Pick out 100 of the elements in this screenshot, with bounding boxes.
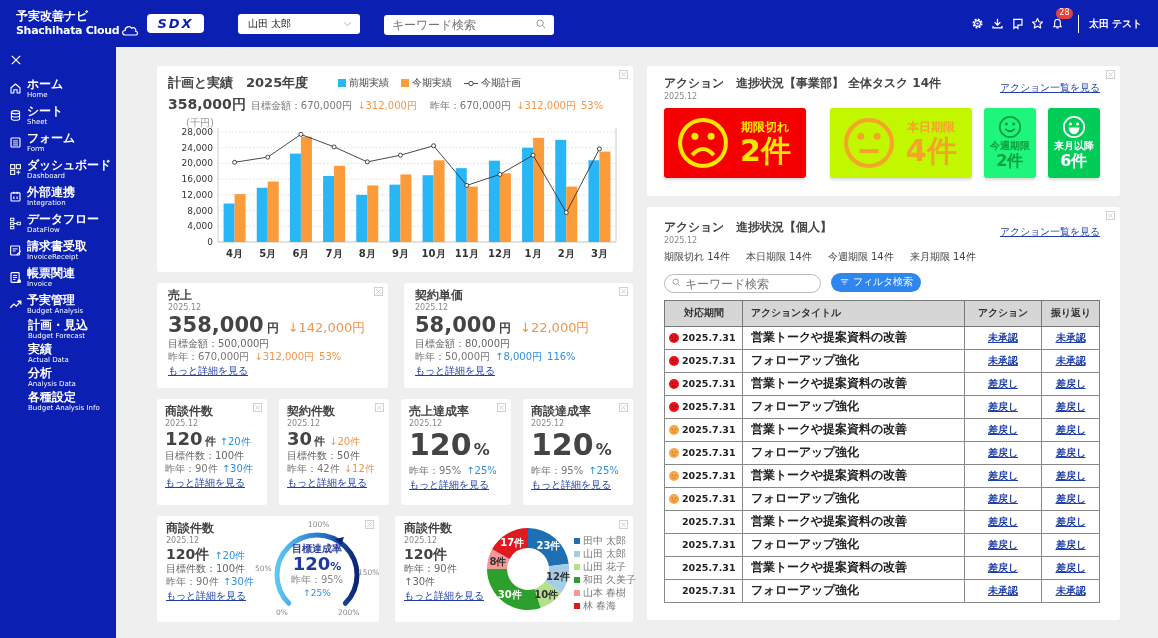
table-cell: 営業トークや提案資料の改善 [742,464,965,488]
table-cell: 営業トークや提案資料の改善 [742,372,965,396]
home-icon [9,82,22,95]
user-dropdown[interactable]: 山田 太郎 [237,13,360,34]
line-point [464,183,470,188]
status-link[interactable]: 差戻し [988,561,1018,573]
metric-value: 120 [409,429,472,460]
last-year-count: 昨年：90件 [166,575,219,589]
status-link[interactable]: 差戻し [988,469,1018,481]
table-cell: フォローアップ強化 [742,395,965,419]
axis-tick-label: 8,000 [187,205,213,216]
card-title: 契約件数 [287,404,335,419]
card-title: 商談件数 [165,404,213,419]
bar [267,181,279,242]
detail-link[interactable]: もっと詳細を見る [415,364,495,377]
legend-label: 今期計画 [481,76,522,90]
legend-label: 山田 花子 [583,561,627,573]
status-link[interactable]: 差戻し [988,515,1018,527]
status-link[interactable]: 差戻し [988,423,1018,435]
metric-unit: % [473,441,490,458]
database-icon [9,109,22,122]
detail-link[interactable]: もっと詳細を見る [165,477,245,490]
action-list-link[interactable]: アクション一覧を見る [1000,81,1100,95]
slice-label: 12件 [546,571,570,583]
card-date: 2025.12 [531,419,565,429]
settings-icon[interactable] [970,17,984,30]
date-text: 2025.7.31 [682,378,736,390]
column-header: アクション [964,300,1042,327]
status-link[interactable]: 差戻し [988,377,1018,389]
status-link[interactable]: 未承認 [988,584,1018,596]
difference: ↑30件 [221,462,253,476]
axis-tick-label: 20,000 [181,158,213,169]
download-icon[interactable] [990,17,1004,30]
detail-link[interactable]: もっと詳細を見る [531,478,611,491]
status-count: 来月期限 14件 [909,249,976,264]
last-year-rate: 昨年：95% [409,463,462,477]
caret-icon [342,20,352,27]
filter-button[interactable]: フィルタ検索 [831,272,921,292]
detail-link[interactable]: もっと詳細を見る [404,590,484,603]
action-list-link[interactable]: アクション一覧を見る [1000,225,1100,239]
line-point [596,146,602,152]
difference: ↓312,000円 [357,99,417,113]
smiley-icon [997,115,1022,140]
grin-icon [1061,115,1086,140]
star-icon[interactable] [1030,17,1044,30]
bar [223,203,235,242]
status-link[interactable]: 未承認 [988,331,1018,343]
legend-label: 前期実績 [349,76,390,90]
line-point [331,144,337,150]
bar [499,173,511,242]
target-count: 目標件数：100件 [166,562,246,576]
table-cell: フォローアップ強化 [742,349,965,373]
table-cell: 営業トークや提案資料の改善 [742,418,965,442]
card-date: 2025.12 [415,303,449,313]
book-icon[interactable] [1010,17,1024,30]
detail-link[interactable]: もっと詳細を見る [166,590,246,603]
search-field[interactable]: キーワード検索 [664,274,821,294]
search-icon [672,277,681,287]
status-link[interactable]: 未承認 [988,354,1018,366]
legend-label: 林 春海 [583,600,617,612]
card-title: 商談件数 [404,521,452,536]
column-header: アクションタイトル [742,300,965,327]
bell-icon[interactable] [1050,17,1064,30]
metric-value: 358,000 [168,312,264,337]
status-link[interactable]: 差戻し [988,400,1018,412]
card-date: 2025.12 [664,92,699,102]
bar [400,174,412,242]
axis-tick-label: 12月 [487,248,512,259]
status-tile[interactable]: 期限切れ 2件 [664,107,806,178]
detail-link[interactable]: もっと詳細を見る [287,477,367,490]
detail-link[interactable]: もっと詳細を見る [168,364,248,377]
difference: ↓22,000円 [520,320,590,336]
sad-face-icon [669,378,679,389]
card-title: 売上達成率 [409,404,469,419]
card-date: 2025.12 [168,303,202,313]
search-field[interactable]: キーワード検索 [383,14,554,35]
neutral-face-icon [669,447,679,458]
table-cell: フォローアップ強化 [742,441,965,465]
metric-value: 30 [287,428,313,450]
gauge-label: 目標達成率 [292,543,342,555]
status-link[interactable]: 差戻し [988,492,1018,504]
legend-label: 田中 太郎 [583,535,627,547]
status-link[interactable]: 差戻し [988,446,1018,458]
user-name[interactable]: 太田 テスト [1088,16,1142,31]
neutral-face-icon [841,115,896,170]
brand-logo: SDX [147,14,204,33]
line-point [431,143,437,149]
detail-link[interactable]: もっと詳細を見る [409,478,489,491]
table-cell: フォローアップ強化 [742,579,965,603]
legend-label: 今期実績 [412,76,453,90]
difference: ↑30件 [222,575,254,589]
document-icon [9,271,22,284]
card-title: アクション 進捗状況【事業部】 全体タスク 14件 [664,75,942,92]
sad-face-icon [669,332,679,343]
axis-tick-label: 11月 [454,248,479,259]
column-header: 対応期間 [664,300,743,327]
status-link[interactable]: 差戻し [988,538,1018,550]
axis-tick-label: 5月 [259,248,277,259]
column-header: 振り返り [1041,300,1100,327]
metric-unit: 円 [266,321,279,336]
